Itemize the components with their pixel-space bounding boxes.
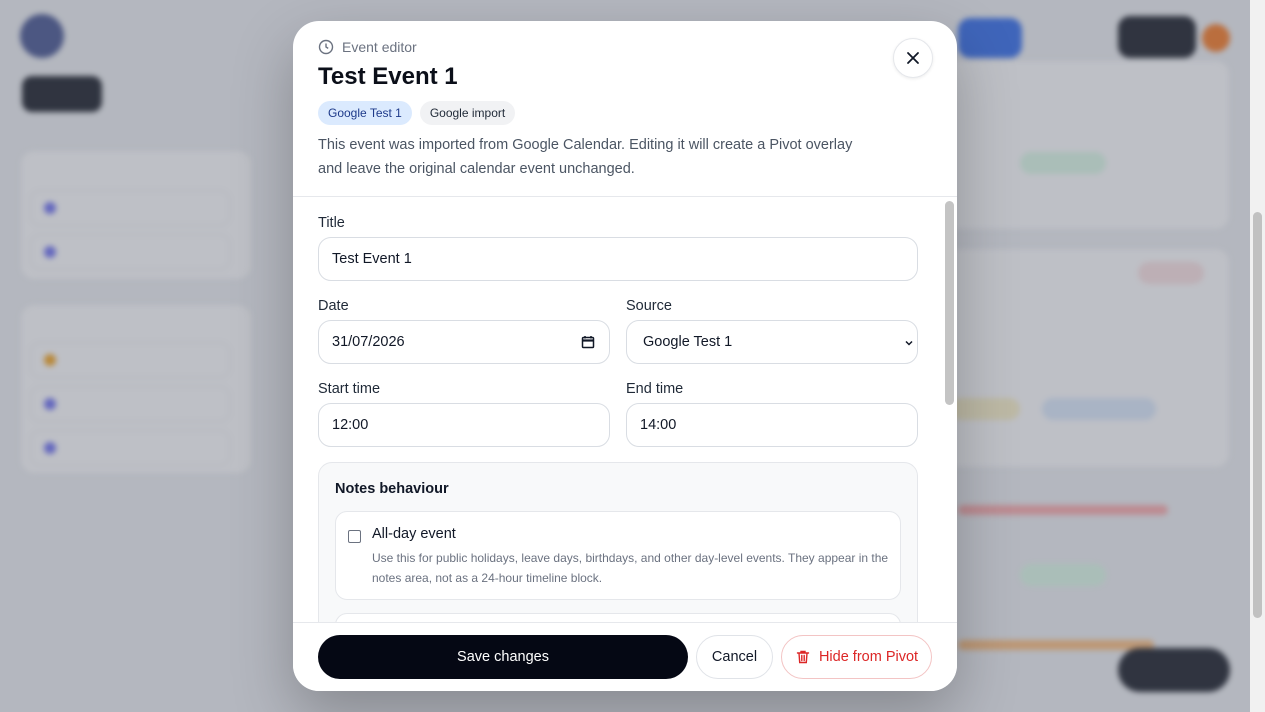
end-time-label: End time [626,381,684,397]
source-label: Source [626,298,672,314]
chevron-down-icon [905,340,913,346]
hide-from-pivot-button[interactable]: Hide from Pivot [781,635,932,679]
end-time-value: 14:00 [640,417,677,433]
modal-description: This event was imported from Google Cale… [318,137,853,177]
close-icon [907,52,919,64]
page-scrollbar[interactable] [1250,0,1265,712]
badge-row: Google Test 1 Google import [318,101,516,125]
all-day-checkbox[interactable] [348,530,361,543]
trash-icon [796,650,810,664]
hide-from-pivot-label: Hide from Pivot [818,649,919,665]
cancel-button[interactable]: Cancel [696,635,773,679]
all-day-label: All-day event [372,526,456,542]
eyebrow-label: Event editor [342,39,417,55]
date-input[interactable]: 31/07/2026 [318,320,610,364]
clock-icon [318,39,334,55]
notes-behaviour-section: Notes behaviour All-day event Use this f… [318,462,918,622]
date-input-value: 31/07/2026 [332,334,405,350]
all-day-help: Use this for public holidays, leave days… [372,551,889,585]
title-input-value: Test Event 1 [332,251,412,267]
event-editor-modal: Event editor Test Event 1 Google Test 1 … [293,21,957,691]
all-day-option[interactable]: All-day event Use this for public holida… [335,511,901,600]
title-input[interactable]: Test Event 1 [318,237,918,281]
calendar-icon[interactable] [581,335,595,349]
start-time-label: Start time [318,381,381,397]
end-time-input[interactable]: 14:00 [626,403,918,447]
modal-title: Test Event 1 [318,63,458,90]
source-badge: Google Test 1 [318,101,412,125]
modal-header: Event editor Test Event 1 Google Test 1 … [293,21,957,197]
start-time-value: 12:00 [332,417,369,433]
source-select-value: Google Test 1 [643,334,733,350]
save-changes-button[interactable]: Save changes [318,635,688,679]
start-time-input[interactable]: 12:00 [318,403,610,447]
notes-option[interactable] [335,613,901,622]
modal-eyebrow: Event editor [318,39,417,55]
page-scrollbar-thumb[interactable] [1253,212,1262,618]
import-badge: Google import [419,101,516,125]
close-button[interactable] [893,38,933,78]
modal-body: Title Test Event 1 Date 31/07/2026 Sourc… [293,198,957,622]
notes-behaviour-title: Notes behaviour [335,481,449,497]
modal-scrollbar[interactable] [945,201,954,405]
modal-footer: Save changes Cancel Hide from Pivot [293,622,957,691]
title-label: Title [318,215,345,231]
date-label: Date [318,298,349,314]
source-select[interactable]: Google Test 1 [626,320,918,364]
